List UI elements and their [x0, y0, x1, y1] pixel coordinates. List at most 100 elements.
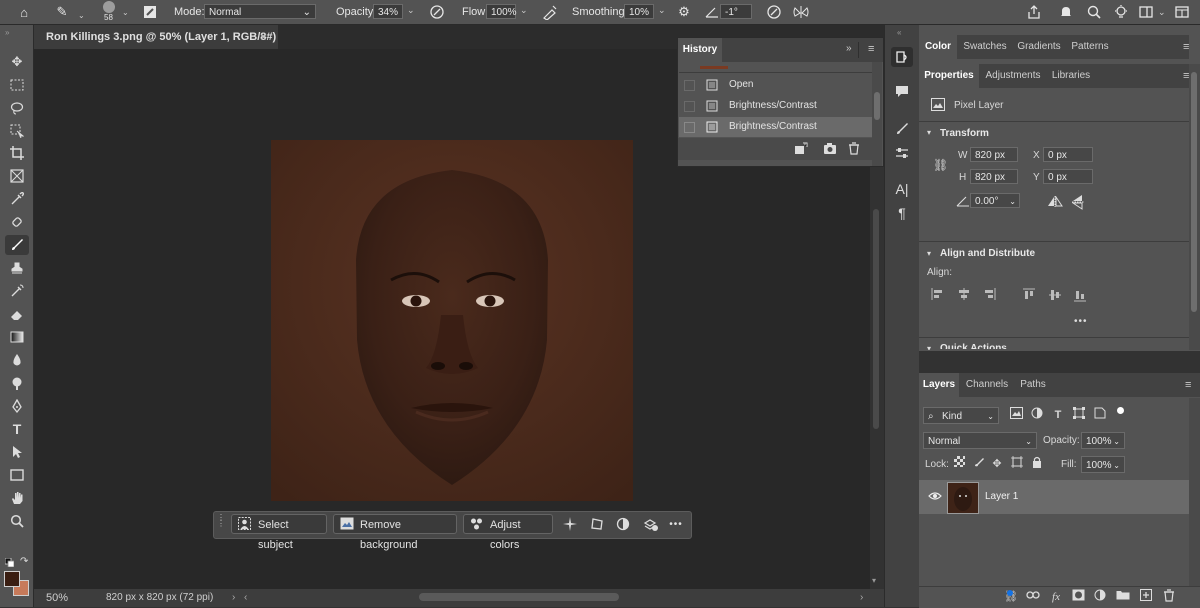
- align-top-edges-icon[interactable]: [1023, 288, 1035, 305]
- fill-field[interactable]: 100% ⌄: [1081, 456, 1125, 473]
- workspace-icon[interactable]: [1136, 2, 1156, 22]
- select-subject-button[interactable]: Select subject: [231, 514, 327, 551]
- adjustments-panel-icon[interactable]: [891, 143, 913, 163]
- opacity-field[interactable]: 34%: [373, 4, 403, 19]
- chevron-down-icon[interactable]: ⌄: [520, 5, 528, 16]
- clone-stamp-tool-icon[interactable]: [5, 258, 29, 278]
- new-adjustment-layer-icon[interactable]: [1092, 589, 1108, 605]
- chevron-down-icon[interactable]: ▾: [927, 344, 931, 350]
- layer-filter-select[interactable]: ⌕ Kind ⌄: [923, 407, 999, 424]
- tab-patterns[interactable]: Patterns: [1067, 35, 1113, 59]
- history-brush-source-checkbox[interactable]: [684, 122, 695, 133]
- paragraph-panel-icon[interactable]: ¶: [891, 203, 913, 223]
- character-panel-icon[interactable]: A|: [891, 179, 913, 199]
- align-left-edges-icon[interactable]: [931, 288, 945, 303]
- panel-menu-icon[interactable]: ≡: [1183, 41, 1189, 53]
- chevron-down-icon[interactable]: ⌄: [78, 11, 85, 20]
- collapse-handle[interactable]: »: [5, 28, 27, 37]
- panel-menu-icon[interactable]: ≡: [868, 43, 874, 55]
- history-tab[interactable]: History: [678, 38, 722, 62]
- filter-adjustment-icon[interactable]: [1029, 407, 1045, 423]
- chevron-down-icon[interactable]: ⌄: [407, 5, 415, 16]
- new-layer-icon[interactable]: [1138, 589, 1154, 605]
- adjust-colors-button[interactable]: Adjust colors: [463, 514, 553, 551]
- lock-position-icon[interactable]: ✥: [989, 456, 1005, 472]
- generative-sparkle-icon[interactable]: [561, 515, 579, 533]
- bell-icon[interactable]: [1056, 2, 1076, 22]
- scrollbar-thumb[interactable]: [1191, 72, 1197, 312]
- tab-layers[interactable]: Layers: [919, 373, 959, 397]
- tab-swatches[interactable]: Swatches: [959, 35, 1011, 59]
- layer-row[interactable]: Layer 1: [919, 480, 1189, 514]
- filter-type-icon[interactable]: T: [1050, 407, 1066, 423]
- arrange-icon[interactable]: [1172, 2, 1192, 22]
- properties-scrollbar[interactable]: [1189, 64, 1200, 350]
- filter-smart-object-icon[interactable]: [1092, 407, 1108, 423]
- history-item[interactable]: Brightness/Contrast: [679, 96, 872, 116]
- home-icon[interactable]: ⌂: [14, 2, 34, 22]
- add-mask-icon[interactable]: [1070, 589, 1086, 605]
- expand-panel-icon[interactable]: »: [846, 43, 852, 54]
- layer-name[interactable]: Layer 1: [985, 491, 1018, 502]
- align-bottom-edges-icon[interactable]: [1074, 288, 1086, 305]
- new-group-icon[interactable]: [1115, 589, 1131, 605]
- align-section-title[interactable]: Align and Distribute: [940, 248, 1035, 259]
- dodge-tool-icon[interactable]: [5, 373, 29, 393]
- drag-handle-icon[interactable]: ⋮ ⋮: [217, 514, 225, 533]
- foreground-color-swatch[interactable]: [4, 571, 20, 587]
- crop-tool-icon[interactable]: [5, 143, 29, 163]
- link-icon[interactable]: ⛓: [933, 158, 948, 172]
- history-item[interactable]: Open: [679, 75, 872, 95]
- history-brush-source-checkbox[interactable]: [684, 80, 695, 91]
- marquee-tool-icon[interactable]: [5, 75, 29, 95]
- search-icon[interactable]: [1084, 2, 1104, 22]
- filter-toggle[interactable]: [1117, 407, 1124, 414]
- align-vertical-centers-icon[interactable]: [1049, 288, 1061, 305]
- scroll-down-icon[interactable]: ▾: [872, 576, 876, 585]
- layer-thumbnail[interactable]: [947, 482, 979, 514]
- lock-artboard-icon[interactable]: [1009, 456, 1025, 472]
- angle-field[interactable]: -1°: [720, 4, 752, 19]
- airbrush-icon[interactable]: [540, 2, 560, 22]
- history-scrollbar[interactable]: [872, 62, 882, 166]
- angle-field[interactable]: 0.00° ⌄: [970, 193, 1020, 208]
- brush-tool-preset-icon[interactable]: ✎: [52, 2, 72, 22]
- tab-gradients[interactable]: Gradients: [1013, 35, 1065, 59]
- history-item-selected[interactable]: Brightness/Contrast: [679, 117, 872, 137]
- lasso-tool-icon[interactable]: [5, 98, 29, 118]
- flip-horizontal-icon[interactable]: [1047, 195, 1063, 210]
- chevron-down-icon[interactable]: ▾: [927, 128, 931, 137]
- tab-color[interactable]: Color: [919, 35, 957, 59]
- hand-tool-icon[interactable]: [5, 488, 29, 508]
- share-icon[interactable]: [1024, 2, 1044, 22]
- align-right-edges-icon[interactable]: [982, 288, 996, 303]
- chevron-down-icon[interactable]: ⌄: [658, 5, 666, 16]
- rectangle-tool-icon[interactable]: [5, 465, 29, 485]
- pressure-opacity-icon[interactable]: [427, 2, 447, 22]
- tab-properties[interactable]: Properties: [919, 64, 979, 88]
- healing-brush-tool-icon[interactable]: [5, 212, 29, 232]
- gear-icon[interactable]: ⚙: [674, 2, 694, 22]
- chevron-left-icon[interactable]: ‹: [244, 589, 247, 607]
- scrollbar-thumb[interactable]: [873, 209, 879, 429]
- transform-icon[interactable]: [588, 515, 606, 533]
- filter-pixel-icon[interactable]: [1008, 407, 1024, 423]
- tab-libraries[interactable]: Libraries: [1047, 64, 1095, 88]
- remove-background-button[interactable]: Remove background: [333, 514, 457, 551]
- add-layer-icon[interactable]: [641, 515, 659, 533]
- height-field[interactable]: 820 px: [970, 169, 1018, 184]
- x-field[interactable]: 0 px: [1043, 147, 1093, 162]
- layer-opacity-field[interactable]: 100% ⌄: [1081, 432, 1125, 449]
- pen-tool-icon[interactable]: [5, 396, 29, 416]
- mode-select[interactable]: Normal ⌄: [204, 4, 316, 19]
- layers-scrollbar[interactable]: [1189, 398, 1200, 586]
- scrollbar-thumb[interactable]: [874, 92, 880, 120]
- tab-channels[interactable]: Channels: [961, 373, 1013, 397]
- eraser-tool-icon[interactable]: [5, 304, 29, 324]
- tab-adjustments[interactable]: Adjustments: [981, 64, 1045, 88]
- brush-settings-panel-icon[interactable]: [891, 119, 913, 139]
- chevron-down-icon[interactable]: ⌄: [1158, 7, 1166, 18]
- move-tool-icon[interactable]: ✥: [5, 52, 29, 72]
- trash-icon[interactable]: [848, 142, 860, 158]
- collapse-icon[interactable]: «: [897, 28, 901, 37]
